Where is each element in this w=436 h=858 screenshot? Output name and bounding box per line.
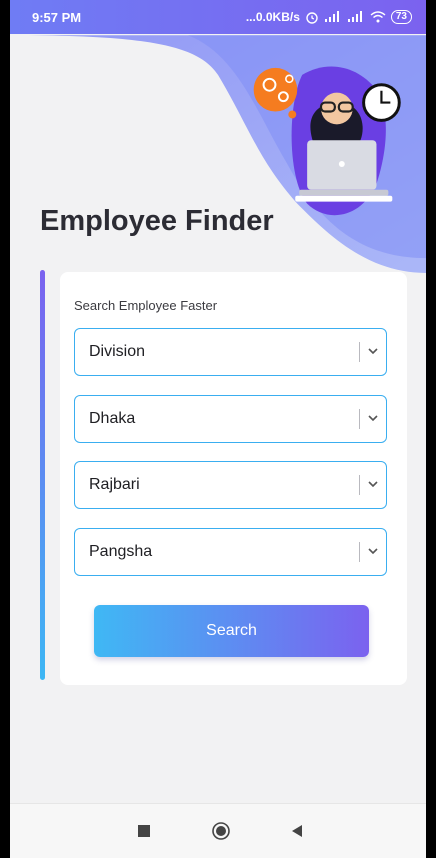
search-card: Search Employee Faster Division Dhaka Ra… bbox=[60, 272, 407, 685]
select-value: Pangsha bbox=[89, 543, 153, 560]
alarm-icon bbox=[306, 12, 318, 24]
select-value: Rajbari bbox=[89, 476, 140, 493]
signal-icon bbox=[324, 11, 339, 22]
app-screen: 9:57 PM ...0.0KB/s 73 Employee Finder Se… bbox=[8, 0, 428, 858]
wifi-icon bbox=[370, 11, 386, 23]
status-bar: 9:57 PM ...0.0KB/s 73 bbox=[10, 0, 426, 34]
navigation-bar bbox=[10, 803, 426, 858]
select-divider bbox=[359, 342, 360, 362]
select-value: Division bbox=[89, 343, 146, 360]
signal-icon bbox=[347, 11, 362, 22]
square-icon bbox=[138, 825, 150, 837]
district-select[interactable]: Dhaka bbox=[74, 395, 387, 443]
hero-illustration bbox=[10, 35, 426, 273]
battery-level: 73 bbox=[390, 10, 412, 24]
select-divider bbox=[359, 542, 360, 562]
back-button[interactable] bbox=[267, 804, 327, 858]
chevron-down-icon bbox=[368, 548, 378, 555]
status-icons: ...0.0KB/s 73 bbox=[246, 10, 412, 24]
recent-apps-button[interactable] bbox=[114, 804, 174, 858]
clock-icon bbox=[362, 83, 401, 122]
select-value: Dhaka bbox=[89, 410, 136, 427]
status-time: 9:57 PM bbox=[32, 9, 82, 25]
division-select[interactable]: Division bbox=[74, 328, 387, 376]
card-heading: Search Employee Faster bbox=[74, 298, 218, 313]
network-speed: ...0.0KB/s bbox=[245, 10, 300, 24]
chevron-down-icon bbox=[368, 481, 378, 488]
search-button[interactable]: Search bbox=[94, 605, 369, 657]
select-divider bbox=[359, 409, 360, 429]
chevron-down-icon bbox=[368, 348, 378, 355]
select-divider bbox=[359, 475, 360, 495]
sub-district-select[interactable]: Rajbari bbox=[74, 461, 387, 509]
triangle-back-icon bbox=[292, 825, 302, 837]
accent-bar bbox=[40, 270, 45, 680]
page-title: Employee Finder bbox=[40, 205, 274, 237]
circle-icon bbox=[212, 822, 230, 840]
home-button[interactable] bbox=[191, 804, 251, 858]
chevron-down-icon bbox=[368, 415, 378, 422]
upazila-select[interactable]: Pangsha bbox=[74, 528, 387, 576]
